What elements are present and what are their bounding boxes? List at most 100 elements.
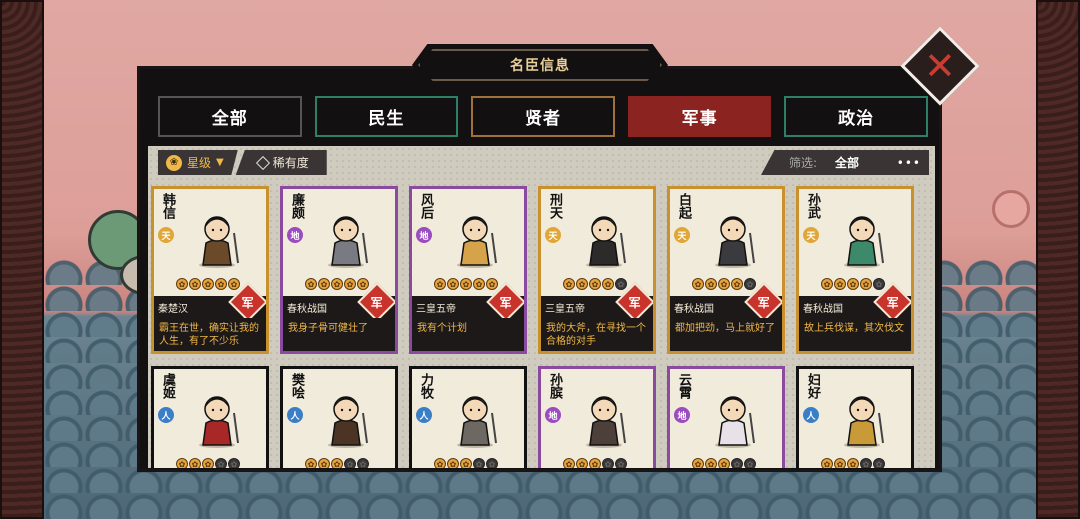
- minister-card[interactable]: 虞姬人 ✿ ✿ ✿ ✿ ✿: [151, 366, 269, 468]
- portrait-icon: [586, 216, 626, 268]
- rank-badge: 人: [803, 407, 819, 423]
- type-label: 军: [370, 295, 384, 310]
- star-icon: ✿: [834, 458, 846, 468]
- rank-badge: 地: [287, 227, 303, 243]
- star-icon: ✿: [821, 278, 833, 290]
- portrait-icon: [328, 396, 368, 448]
- star-icon: ✿: [615, 278, 627, 290]
- star-icon: ✿: [176, 458, 188, 468]
- rank-badge: 人: [287, 407, 303, 423]
- portrait-icon: [199, 396, 239, 448]
- minister-card[interactable]: 妇好人 ✿ ✿ ✿ ✿ ✿: [796, 366, 914, 468]
- star-rating: ✿ ✿ ✿ ✿ ✿: [176, 278, 240, 290]
- star-icon: ✿: [589, 458, 601, 468]
- minister-name: 孙武: [805, 193, 820, 219]
- more-icon[interactable]: •••: [897, 156, 921, 170]
- star-sort-label: 星级: [187, 156, 212, 170]
- portrait-icon: [457, 216, 497, 268]
- star-icon: ✿: [473, 278, 485, 290]
- star-icon: ✿: [563, 458, 575, 468]
- panel-title: 名臣信息: [418, 49, 662, 81]
- star-icon: ✿: [576, 278, 588, 290]
- star-sort-button[interactable]: ❀ 星级 ▼: [158, 150, 238, 175]
- star-icon: ✿: [189, 458, 201, 468]
- type-label: 军: [241, 295, 255, 310]
- star-icon: ✿: [602, 278, 614, 290]
- star-rating: ✿ ✿ ✿ ✿ ✿: [434, 458, 498, 468]
- rank-badge: 人: [416, 407, 432, 423]
- star-icon: ✿: [344, 278, 356, 290]
- star-icon: ✿: [563, 278, 575, 290]
- star-icon: ✿: [202, 278, 214, 290]
- minister-quote: 霸王在世，确实让我的人生，有了不少乐: [154, 318, 266, 351]
- minister-name: 虞姬: [160, 373, 175, 399]
- minister-name: 力牧: [418, 373, 433, 399]
- star-icon: ✿: [305, 458, 317, 468]
- minister-card[interactable]: 韩信天 ✿ ✿ ✿ ✿ ✿ 秦楚汉军霸王在世，确实让我的人生，有了不少乐: [151, 186, 269, 354]
- star-icon: ✿: [357, 278, 369, 290]
- rank-badge: 天: [803, 227, 819, 243]
- minister-card[interactable]: 风后地 ✿ ✿ ✿ ✿ ✿ 三皇五帝军我有个计划: [409, 186, 527, 354]
- minister-name: 云霄: [676, 373, 691, 399]
- portrait-icon: [328, 216, 368, 268]
- tab-sage[interactable]: 贤者: [471, 96, 615, 137]
- minister-grid: 韩信天 ✿ ✿ ✿ ✿ ✿ 秦楚汉军霸王在世，确实让我的人生，有了不少乐 廉颇地 ✿ ✿ ✿ ✿ ✿ 春秋…: [151, 186, 914, 468]
- minister-quote: 我有个计划: [412, 318, 524, 351]
- type-label: 军: [499, 295, 513, 310]
- minister-card[interactable]: 力牧人 ✿ ✿ ✿ ✿ ✿: [409, 366, 527, 468]
- portrait-icon: [844, 396, 884, 448]
- type-label: 军: [757, 295, 771, 310]
- star-icon: ✿: [228, 458, 240, 468]
- star-icon: ✿: [718, 458, 730, 468]
- filter-dropdown[interactable]: 筛选: 全部 •••: [761, 150, 929, 175]
- star-icon: ✿: [834, 278, 846, 290]
- minister-quote: 故上兵伐谋，其次伐文: [799, 318, 911, 351]
- star-icon: ✿: [692, 278, 704, 290]
- rarity-sort-button[interactable]: 稀有度: [235, 150, 327, 175]
- star-icon: ✿: [434, 278, 446, 290]
- rank-badge: 天: [158, 227, 174, 243]
- tab-all[interactable]: 全部: [158, 96, 302, 137]
- minister-name: 孙膑: [547, 373, 562, 399]
- star-icon: ✿: [460, 458, 472, 468]
- close-icon: ✕: [924, 44, 956, 88]
- minister-card[interactable]: 刑天天 ✿ ✿ ✿ ✿ ✿ 三皇五帝军我的大斧，在寻找一个合格的对手: [538, 186, 656, 354]
- type-label: 军: [628, 295, 642, 310]
- rarity-sort-label: 稀有度: [272, 156, 309, 170]
- star-icon: ✿: [434, 458, 446, 468]
- star-rating: ✿ ✿ ✿ ✿ ✿: [821, 458, 885, 468]
- tab-livelihood[interactable]: 民生: [314, 96, 459, 137]
- cloud-decoration: [992, 190, 1030, 228]
- tab-politics[interactable]: 政治: [784, 96, 928, 137]
- filter-bar: ❀ 星级 ▼ 稀有度: [158, 150, 327, 175]
- star-rating: ✿ ✿ ✿ ✿ ✿: [176, 458, 240, 468]
- star-icon: ✿: [357, 458, 369, 468]
- star-icon: ✿: [692, 458, 704, 468]
- minister-card[interactable]: 白起天 ✿ ✿ ✿ ✿ ✿ 春秋战国军都加把劲，马上就好了: [667, 186, 785, 354]
- panel-header: 名臣信息: [412, 44, 668, 86]
- category-tabs: 全部 民生 贤者 军事 政治: [158, 96, 928, 138]
- star-icon: ✿: [176, 278, 188, 290]
- portrait-icon: [715, 396, 755, 448]
- star-rating: ✿ ✿ ✿ ✿ ✿: [692, 458, 756, 468]
- star-icon: ✿: [447, 458, 459, 468]
- minister-card[interactable]: 孙武天 ✿ ✿ ✿ ✿ ✿ 春秋战国军故上兵伐谋，其次伐文: [796, 186, 914, 354]
- tab-military[interactable]: 军事: [627, 96, 772, 137]
- star-icon: ✿: [602, 458, 614, 468]
- minister-quote: 我的大斧，在寻找一个合格的对手: [541, 318, 653, 351]
- star-icon: ✿: [731, 278, 743, 290]
- minister-card[interactable]: 樊哙人 ✿ ✿ ✿ ✿ ✿: [280, 366, 398, 468]
- portrait-icon: [844, 216, 884, 268]
- minister-card[interactable]: 云霄地 ✿ ✿ ✿ ✿ ✿: [667, 366, 785, 468]
- card-list-area: ❀ 星级 ▼ 稀有度 筛选: 全部 ••• 韩信天 ✿ ✿ ✿ ✿ ✿ 秦楚汉军霸王在世，确…: [148, 146, 935, 468]
- star-icon: ✿: [228, 278, 240, 290]
- star-icon: ✿: [873, 458, 885, 468]
- portrait-icon: [199, 216, 239, 268]
- minister-card[interactable]: 孙膑地 ✿ ✿ ✿ ✿ ✿: [538, 366, 656, 468]
- star-icon: ✿: [215, 278, 227, 290]
- minister-card[interactable]: 廉颇地 ✿ ✿ ✿ ✿ ✿ 春秋战国军我身子骨可健壮了: [280, 186, 398, 354]
- star-icon: ✿: [318, 278, 330, 290]
- star-rating: ✿ ✿ ✿ ✿ ✿: [692, 278, 756, 290]
- star-icon: ✿: [589, 278, 601, 290]
- minister-name: 樊哙: [289, 373, 304, 399]
